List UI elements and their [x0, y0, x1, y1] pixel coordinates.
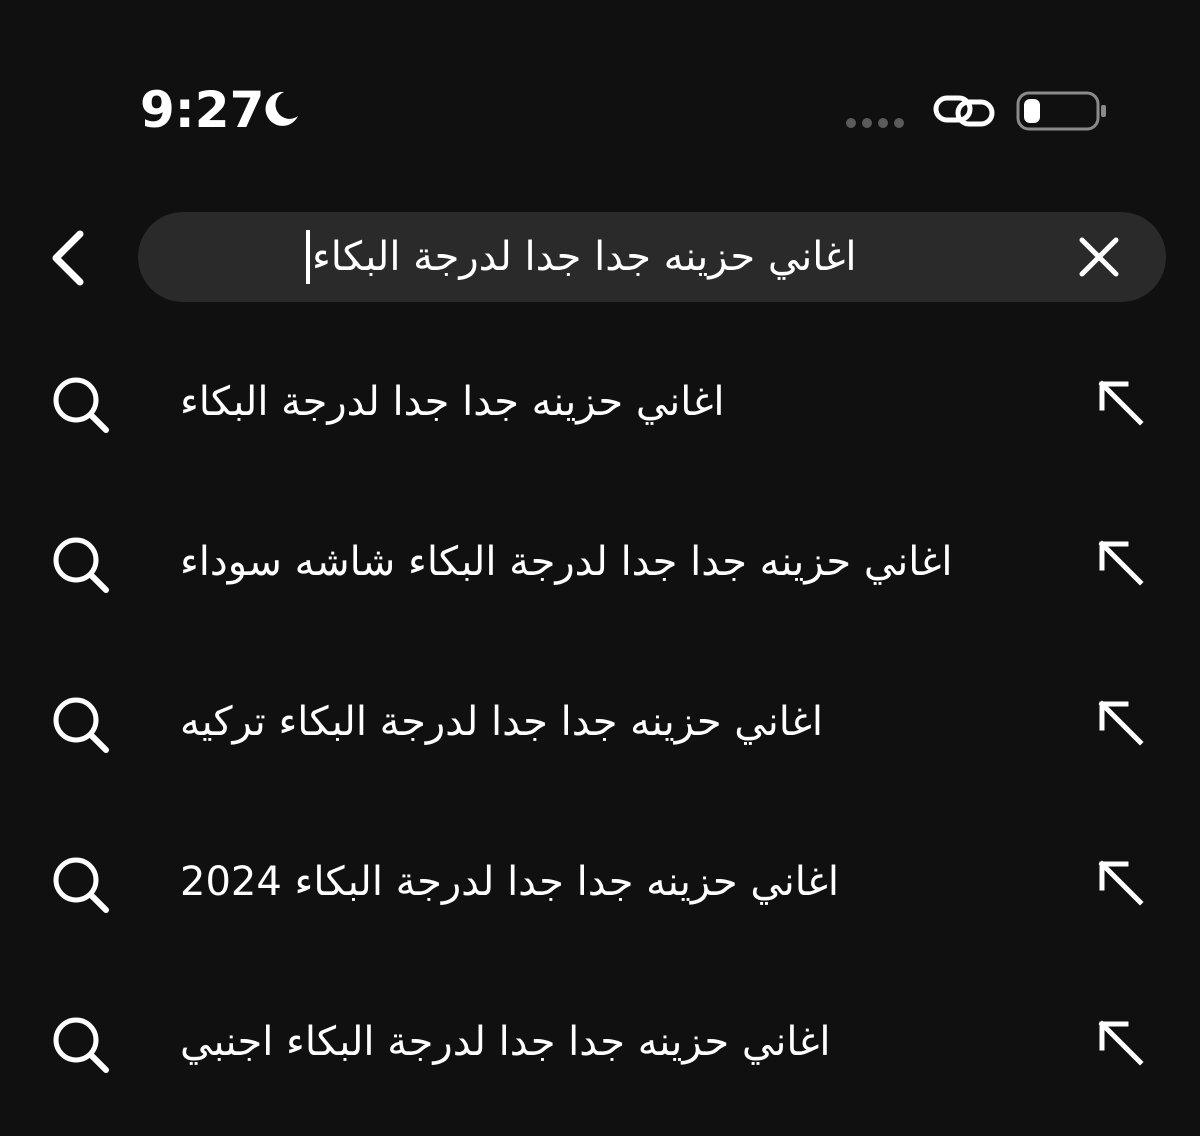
suggestion-label: اغاني حزينه جدا جدا لدرجة البكاء: [180, 379, 725, 425]
suggestion-label: اغاني حزينه جدا جدا لدرجة البكاء اجنبي: [180, 1019, 831, 1065]
search-input[interactable]: اغاني حزينه جدا جدا لدرجة البكاء: [306, 212, 1026, 302]
search-query-text: اغاني حزينه جدا جدا لدرجة البكاء: [312, 234, 857, 280]
close-icon: [1079, 237, 1119, 277]
suggestion-item[interactable]: اغاني حزينه جدا جدا لدرجة البكاء: [0, 322, 1200, 482]
arrow-up-left-icon[interactable]: [1092, 374, 1148, 430]
arrow-up-left-icon[interactable]: [1092, 694, 1148, 750]
cellular-signal-icon: [846, 118, 904, 128]
text-caret: [306, 230, 310, 284]
suggestion-label: اغاني حزينه جدا جدا لدرجة البكاء 2024: [180, 859, 840, 905]
arrow-up-left-icon[interactable]: [1092, 854, 1148, 910]
clear-search-button[interactable]: [1076, 234, 1122, 280]
status-time: 9:27: [140, 81, 265, 139]
arrow-up-left-icon[interactable]: [1092, 534, 1148, 590]
suggestion-item[interactable]: اغاني حزينه جدا جدا لدرجة البكاء 2024: [0, 802, 1200, 962]
search-icon: [53, 857, 109, 913]
link-icon: [933, 95, 995, 127]
battery-low-icon: [1016, 91, 1106, 131]
search-bar[interactable]: اغاني حزينه جدا جدا لدرجة البكاء: [138, 212, 1166, 302]
suggestion-label: اغاني حزينه جدا جدا لدرجة البكاء شاشه سو…: [180, 539, 953, 585]
chevron-left-icon: [52, 230, 84, 286]
search-icon: [53, 697, 109, 753]
back-button[interactable]: [38, 226, 98, 290]
arrow-up-left-icon[interactable]: [1092, 1014, 1148, 1070]
search-icon: [53, 377, 109, 433]
suggestion-label: اغاني حزينه جدا جدا لدرجة البكاء تركيه: [180, 699, 823, 745]
suggestions-list: اغاني حزينه جدا جدا لدرجة البكاء اغاني ح…: [0, 322, 1200, 1122]
suggestion-item[interactable]: اغاني حزينه جدا جدا لدرجة البكاء تركيه: [0, 642, 1200, 802]
search-icon: [53, 1017, 109, 1073]
search-icon: [53, 537, 109, 593]
moon-icon: [265, 91, 298, 126]
suggestion-item[interactable]: اغاني حزينه جدا جدا لدرجة البكاء شاشه سو…: [0, 482, 1200, 642]
suggestion-item[interactable]: اغاني حزينه جدا جدا لدرجة البكاء اجنبي: [0, 962, 1200, 1122]
